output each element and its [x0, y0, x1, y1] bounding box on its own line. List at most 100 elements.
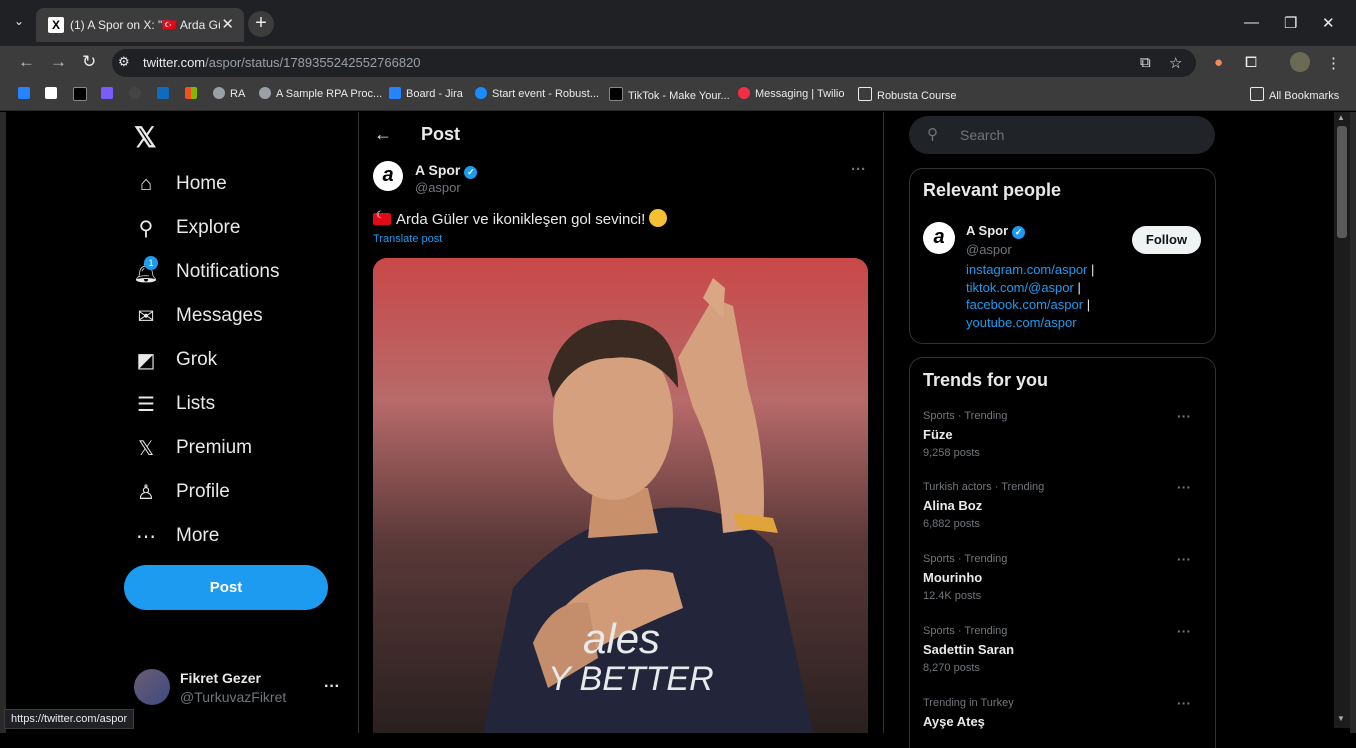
scroll-up-icon[interactable]: ▲ — [1337, 113, 1345, 122]
nav-messages[interactable]: ✉ Messages — [134, 296, 263, 336]
bio-link-instagram[interactable]: instagram.com/aspor | — [966, 262, 1094, 277]
bookmark-ra[interactable]: RA — [213, 87, 245, 100]
scrollbar-thumb[interactable] — [1337, 126, 1347, 238]
author-name-text: A Spor — [415, 162, 461, 178]
url-text[interactable]: twitter.com/aspor/status/178935524255276… — [143, 55, 421, 70]
trend-name: Ayşe Ateş — [923, 714, 985, 729]
bio-link-text: instagram.com/aspor — [966, 262, 1088, 277]
bookmark-github-icon[interactable] — [129, 87, 146, 100]
nav-more[interactable]: ⋯ More — [134, 516, 219, 556]
nav-label: Home — [176, 173, 227, 194]
account-handle[interactable]: @TurkuvazFikret — [180, 689, 286, 705]
bookmark-twilio[interactable]: Messaging | Twilio — [738, 87, 844, 100]
extension-icon[interactable]: ● — [1214, 54, 1223, 71]
trend-count: 9,258 posts — [923, 447, 980, 459]
trend-name: Mourinho — [923, 570, 983, 585]
bio-link-text: youtube.com/aspor — [966, 315, 1077, 330]
relevant-handle[interactable]: @aspor — [966, 242, 1012, 257]
tab-list-chevron-icon[interactable]: ⌄ — [14, 14, 24, 28]
post-button[interactable]: Post — [124, 565, 328, 610]
trend-item[interactable]: Turkish actors · Trending Alina Boz 6,88… — [923, 479, 1203, 547]
bookmark-jira-board[interactable]: Board - Jira — [389, 87, 463, 100]
bio-link-facebook[interactable]: facebook.com/aspor | — [966, 297, 1090, 312]
author-avatar[interactable]: a — [373, 161, 403, 191]
verified-badge-icon: ✓ — [1012, 226, 1026, 239]
bookmark-blue-icon[interactable] — [101, 87, 118, 100]
bookmark-rpa[interactable]: A Sample RPA Proc... — [259, 87, 382, 100]
star-eyes-emoji-icon — [649, 209, 668, 227]
person-icon: ♙ — [137, 481, 155, 504]
relevant-avatar[interactable]: a — [923, 222, 955, 254]
site-info-icon[interactable]: ⚙ — [118, 54, 130, 70]
browser-tab[interactable]: X (1) A Spor on X: "🇹🇷 Arda Güler ve ✕ — [36, 8, 244, 42]
install-app-icon[interactable]: ⧉ — [1140, 54, 1151, 71]
translate-post-link[interactable]: Translate post — [373, 233, 442, 245]
bookmark-label: RA — [230, 88, 246, 100]
reload-icon[interactable]: ↻ — [82, 52, 96, 72]
all-bookmarks[interactable]: All Bookmarks — [1250, 87, 1339, 102]
close-tab-icon[interactable]: ✕ — [221, 15, 234, 33]
post-text: Arda Güler ve ikonikleşen gol sevinci! — [373, 209, 668, 228]
account-avatar[interactable] — [134, 669, 170, 705]
extensions-puzzle-icon[interactable]: ⧠ — [1245, 54, 1257, 71]
trend-item[interactable]: Sports · Trending Füze 9,258 posts ··· — [923, 408, 1203, 476]
account-name[interactable]: Fikret Gezer — [180, 670, 261, 686]
bookmark-label: TikTok - Make Your... — [628, 90, 730, 102]
search-input[interactable] — [958, 126, 1202, 144]
bookmark-start-event[interactable]: Start event - Robust... — [475, 87, 599, 100]
nav-profile[interactable]: ♙ Profile — [134, 472, 230, 512]
trend-more-icon[interactable]: ··· — [1177, 623, 1191, 639]
nav-lists[interactable]: ☰ Lists — [134, 384, 215, 424]
bio-link-tiktok[interactable]: tiktok.com/@aspor | — [966, 280, 1081, 295]
bookmark-robusta-folder[interactable]: Robusta Course — [858, 87, 957, 102]
trend-item[interactable]: Trending in Turkey Ayşe Ateş ··· — [923, 697, 1203, 733]
bookmark-star-icon[interactable]: ☆ — [1169, 54, 1182, 72]
bio-link-youtube[interactable]: youtube.com/aspor — [966, 315, 1077, 330]
nav-label: Premium — [176, 437, 253, 458]
account-more-icon[interactable]: ··· — [324, 678, 340, 696]
nav-label: Explore — [176, 217, 241, 238]
bookmark-x-icon[interactable] — [73, 87, 92, 102]
author-handle[interactable]: @aspor — [415, 180, 461, 195]
trend-more-icon[interactable]: ··· — [1177, 479, 1191, 495]
trends-title: Trends for you — [923, 370, 1049, 390]
trend-count: 6,882 posts — [923, 518, 980, 530]
bookmark-tiktok[interactable]: TikTok - Make Your... — [609, 87, 730, 102]
nav-label: Lists — [176, 393, 216, 414]
minimize-icon[interactable]: — — [1244, 14, 1259, 31]
forward-icon[interactable]: → — [50, 52, 67, 72]
nav-grok[interactable]: ◩ Grok — [134, 340, 218, 380]
restore-icon[interactable]: ❐ — [1284, 14, 1297, 32]
back-icon[interactable]: ← — [18, 52, 35, 72]
verified-badge-icon: ✓ — [464, 166, 478, 179]
bookmark-jira-icon[interactable] — [18, 87, 35, 100]
kebab-menu-icon[interactable]: ⋮ — [1326, 54, 1341, 72]
nav-home[interactable]: ⌂ Home — [134, 164, 227, 204]
nav-explore[interactable]: ⚲ Explore — [134, 208, 241, 248]
trend-item[interactable]: Sports · Trending Mourinho 12.4K posts ·… — [923, 551, 1203, 619]
trend-more-icon[interactable]: ··· — [1177, 408, 1191, 424]
scroll-down-icon[interactable]: ▼ — [1337, 714, 1345, 723]
new-tab-button[interactable]: + — [248, 11, 274, 37]
nav-premium[interactable]: 𝕏 Premium — [134, 428, 252, 468]
bookmark-outlook-icon[interactable] — [157, 87, 174, 100]
bookmark-microsoft-icon[interactable] — [185, 87, 202, 100]
x-logo-icon[interactable]: 𝕏 — [134, 121, 157, 154]
trend-item[interactable]: Sports · Trending Sadettin Saran 8,270 p… — [923, 623, 1203, 691]
bookmark-label: Start event - Robust... — [492, 88, 599, 100]
post-image[interactable]: ales Y BETTER — [373, 258, 868, 733]
author-name[interactable]: A Spor ✓ — [415, 162, 478, 179]
envelope-icon: ✉ — [137, 305, 155, 328]
post-more-icon[interactable]: ··· — [851, 161, 866, 178]
close-window-icon[interactable]: ✕ — [1322, 14, 1335, 32]
back-arrow-icon[interactable]: ← — [374, 124, 392, 145]
trend-more-icon[interactable]: ··· — [1177, 697, 1191, 711]
follow-button[interactable]: Follow — [1132, 226, 1201, 254]
trend-more-icon[interactable]: ··· — [1177, 551, 1191, 567]
profile-avatar[interactable] — [1290, 52, 1310, 72]
bookmark-square-icon[interactable] — [45, 87, 62, 100]
bio-link-text: facebook.com/aspor — [966, 297, 1084, 312]
nav-label: Notifications — [176, 261, 280, 282]
relevant-name[interactable]: A Spor ✓ — [966, 223, 1026, 239]
nav-notifications[interactable]: 🔔︎ 1 Notifications — [133, 252, 280, 292]
